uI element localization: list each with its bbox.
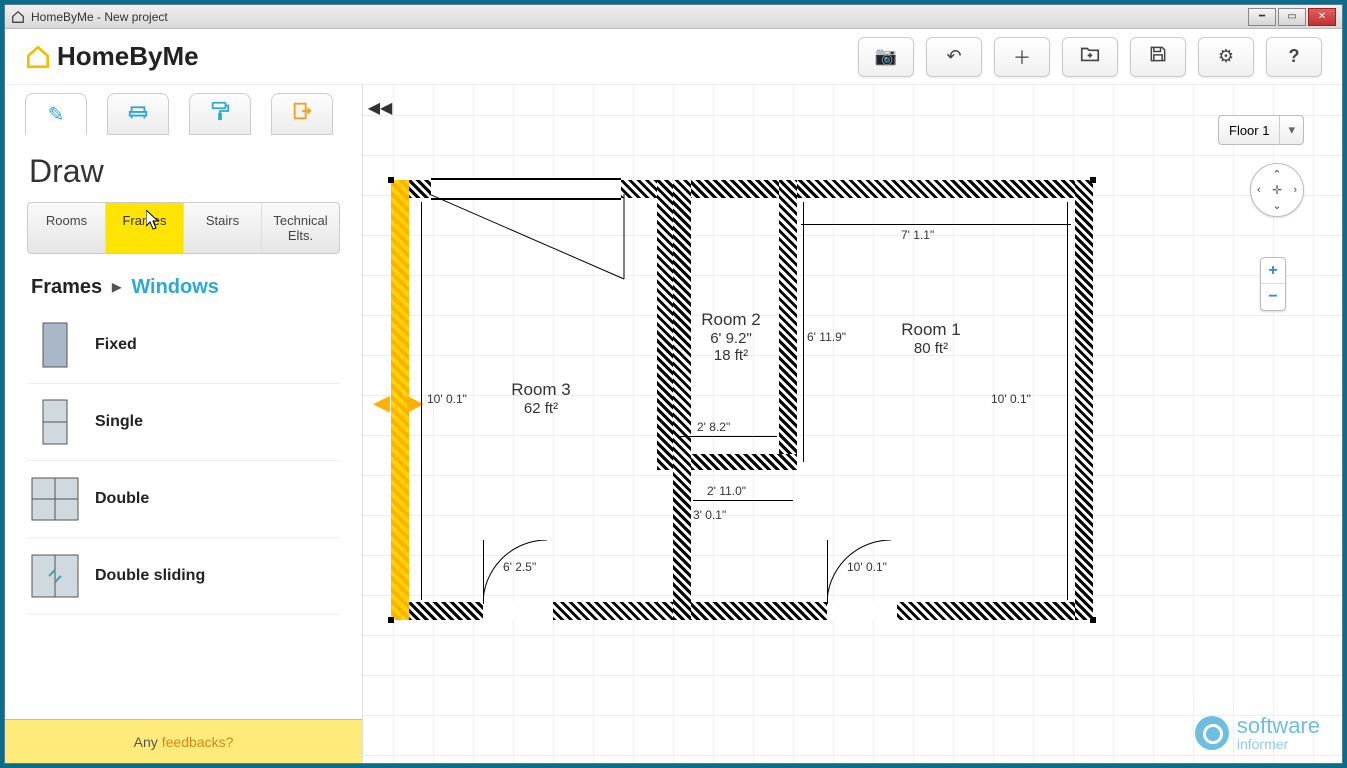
dimension-label: 6' 2.5": [503, 560, 536, 574]
room-label: Room 1 80 ft²: [871, 320, 991, 357]
list-item[interactable]: Fixed: [27, 307, 340, 384]
dimension-label: 10' 0.1": [991, 392, 1031, 406]
feedback-bar[interactable]: Any feedbacks?: [5, 719, 362, 763]
pan-up-button[interactable]: ⌃: [1272, 168, 1281, 181]
item-label: Single: [95, 413, 143, 431]
chevron-double-left-icon: ◀◀: [368, 98, 393, 118]
window-titlebar: HomeByMe - New project ━ ▭ ✕: [5, 5, 1342, 29]
sub-tabs: Rooms Frames Stairs Technical Elts.: [27, 202, 340, 254]
plus-icon: ＋: [1013, 44, 1031, 70]
top-toolbar: HomeByMe 📷 ↶ ＋ ⚙ ?: [5, 29, 1342, 85]
tab-draw[interactable]: ✎: [25, 93, 87, 135]
sidebar: ✎ Draw Rooms Frames Stairs Technical Elt…: [5, 85, 363, 763]
gear-icon: ⚙: [1218, 46, 1234, 67]
sub-tab-technical[interactable]: Technical Elts.: [262, 203, 339, 253]
save-icon: [1148, 44, 1168, 69]
list-item[interactable]: Single: [27, 384, 340, 461]
panel-title: Draw: [5, 135, 362, 202]
pan-control: ⌃ ⌄ ‹ › ✛: [1250, 163, 1304, 217]
floor-label: Floor 1: [1219, 117, 1279, 144]
dimension-label: 2' 11.0": [707, 484, 746, 498]
export-icon: [291, 100, 313, 128]
feedback-prefix: Any: [134, 734, 158, 750]
zoom-out-button[interactable]: −: [1261, 284, 1285, 310]
logo-icon: [25, 44, 51, 70]
help-icon: ?: [1289, 46, 1300, 67]
chevron-right-icon: ▸: [108, 276, 126, 298]
window-fixed-icon: [31, 321, 79, 369]
zoom-control: + −: [1260, 257, 1286, 311]
pan-right-button[interactable]: ›: [1293, 184, 1297, 196]
paint-roller-icon: [209, 100, 231, 128]
close-button[interactable]: ✕: [1308, 8, 1336, 26]
window-title: HomeByMe - New project: [31, 10, 1248, 24]
watermark: software informer: [1195, 715, 1320, 751]
feedback-link[interactable]: feedbacks?: [162, 734, 234, 750]
import-button[interactable]: [1062, 37, 1118, 77]
sub-tab-stairs[interactable]: Stairs: [184, 203, 262, 253]
sub-tab-rooms[interactable]: Rooms: [28, 203, 106, 253]
folder-add-icon: [1079, 43, 1101, 70]
dimension-label: 2' 8.2": [697, 420, 730, 434]
add-button[interactable]: ＋: [994, 37, 1050, 77]
app-logo[interactable]: HomeByMe: [25, 41, 199, 72]
window-double-icon: [31, 475, 79, 523]
floor-plan-canvas[interactable]: Floor 1 ▾ ⌃ ⌄ ‹ › ✛ + −: [363, 85, 1342, 763]
dimension-label: 7' 1.1": [901, 228, 934, 242]
watermark-icon: [1195, 716, 1229, 750]
wall-drag-handle-left[interactable]: ◀: [373, 390, 395, 412]
item-list: Fixed Single Double Double sliding: [5, 307, 362, 719]
tab-furnish[interactable]: [107, 93, 169, 135]
breadcrumb-parent[interactable]: Frames: [31, 276, 102, 298]
item-label: Double: [95, 490, 149, 508]
list-item[interactable]: Double sliding: [27, 538, 340, 615]
app-icon: [11, 10, 25, 24]
mouse-cursor-icon: [146, 210, 162, 235]
floor-selector[interactable]: Floor 1 ▾: [1218, 115, 1304, 145]
settings-button[interactable]: ⚙: [1198, 37, 1254, 77]
save-button[interactable]: [1130, 37, 1186, 77]
chevron-down-icon: ▾: [1279, 116, 1303, 144]
list-item[interactable]: Double: [27, 461, 340, 538]
tab-decorate[interactable]: [189, 93, 251, 135]
pan-center-button[interactable]: ✛: [1272, 183, 1282, 197]
item-label: Double sliding: [95, 567, 205, 585]
furniture-icon: [127, 100, 149, 128]
dimension-label: 3' 0.1": [693, 508, 726, 522]
undo-icon: ↶: [946, 46, 961, 67]
zoom-in-button[interactable]: +: [1261, 258, 1285, 284]
window-single-icon: [31, 398, 79, 446]
tab-share[interactable]: [271, 93, 333, 135]
breadcrumb: Frames ▸ Windows: [5, 254, 362, 307]
floor-plan: ◀ ▶ Room 3 62 ft²: [391, 180, 1093, 620]
room-label: Room 2 6' 9.2" 18 ft²: [681, 310, 781, 364]
room-label: Room 3 62 ft²: [481, 380, 601, 417]
maximize-button[interactable]: ▭: [1278, 8, 1306, 26]
dimension-label: 10' 0.1": [427, 392, 467, 406]
screenshot-button[interactable]: 📷: [858, 37, 914, 77]
camera-icon: 📷: [875, 46, 897, 67]
pencil-icon: ✎: [48, 102, 65, 127]
wall-drag-handle-right[interactable]: ▶: [407, 390, 429, 412]
logo-text: HomeByMe: [57, 41, 199, 72]
collapse-sidebar-button[interactable]: ◀◀: [365, 93, 395, 123]
help-button[interactable]: ?: [1266, 37, 1322, 77]
window-double-sliding-icon: [31, 552, 79, 600]
pan-down-button[interactable]: ⌄: [1272, 199, 1281, 212]
item-label: Fixed: [95, 336, 137, 354]
breadcrumb-child: Windows: [131, 276, 219, 298]
dimension-label: 10' 0.1": [847, 560, 887, 574]
sub-tab-frames[interactable]: Frames: [106, 203, 184, 253]
dimension-label: 6' 11.9": [807, 330, 846, 344]
undo-button[interactable]: ↶: [926, 37, 982, 77]
pan-left-button[interactable]: ‹: [1257, 184, 1261, 196]
minimize-button[interactable]: ━: [1248, 8, 1276, 26]
